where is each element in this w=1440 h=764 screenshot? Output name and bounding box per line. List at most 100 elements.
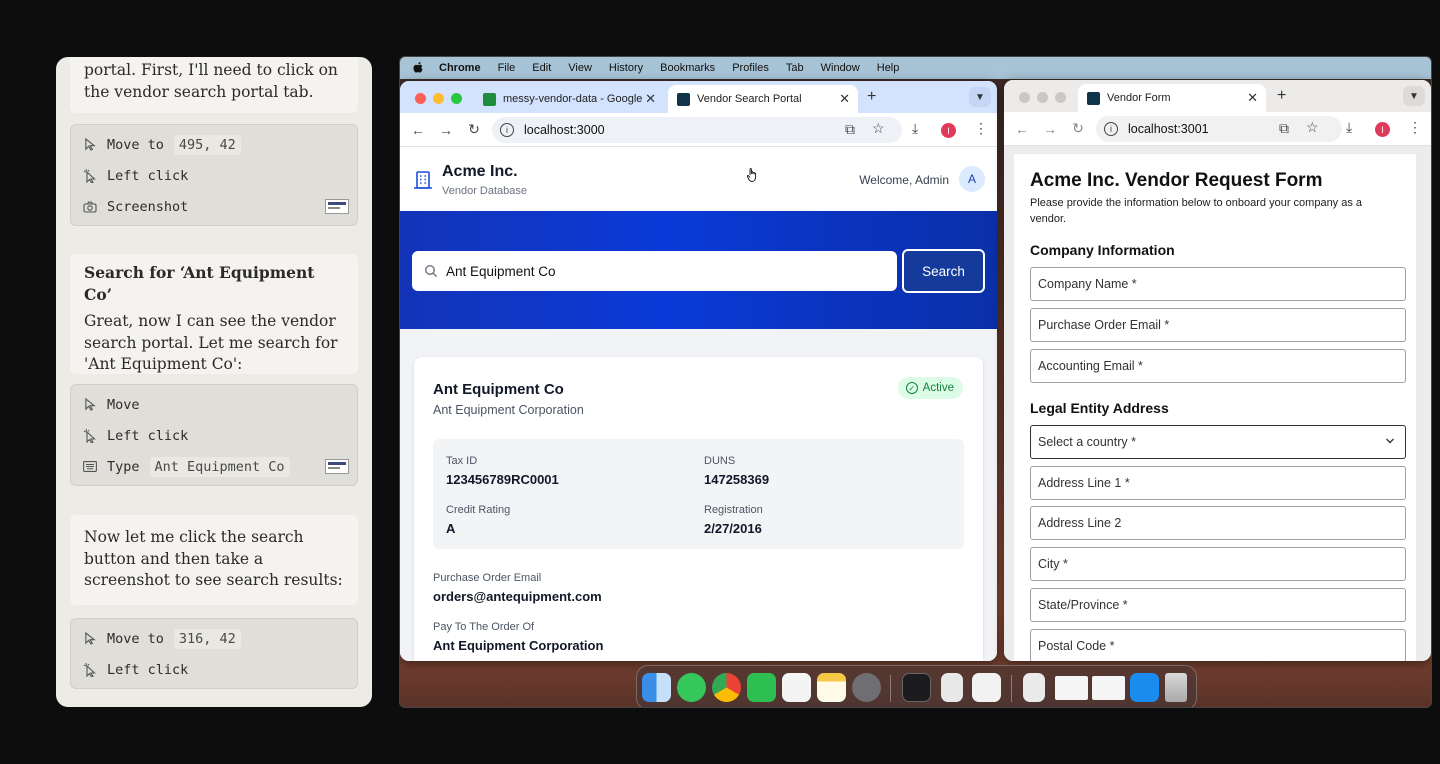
vendor-search-input[interactable]: Ant Equipment Co <box>412 251 897 291</box>
user-avatar[interactable]: A <box>959 166 985 192</box>
chrome-icon[interactable] <box>712 673 741 702</box>
close-tab-icon[interactable]: ✕ <box>645 91 656 107</box>
system-settings-icon[interactable] <box>852 673 881 702</box>
tab-vendor-form[interactable]: Vendor Form ✕ <box>1078 84 1266 112</box>
facetime-icon[interactable] <box>747 673 776 702</box>
reload-icon[interactable]: ↻ <box>1064 120 1092 137</box>
accounting-email-field[interactable]: Accounting Email * <box>1030 349 1406 383</box>
close-tab-icon[interactable]: ✕ <box>1247 90 1258 106</box>
postal-code-field[interactable]: Postal Code * <box>1030 629 1406 661</box>
url-text: localhost:3000 <box>524 122 605 137</box>
forward-icon[interactable]: → <box>1036 121 1064 137</box>
action-label: Left click <box>107 661 189 678</box>
back-icon[interactable]: ← <box>404 122 432 138</box>
address-line-1-field[interactable]: Address Line 1 * <box>1030 466 1406 500</box>
more-menu-icon[interactable]: ⋮ <box>974 120 988 137</box>
site-info-icon[interactable]: i <box>1104 121 1118 136</box>
window-thumbnail-icon[interactable] <box>1092 676 1125 700</box>
minimize-window-button[interactable] <box>1037 92 1048 103</box>
reminders-icon[interactable] <box>782 673 811 702</box>
close-window-button[interactable] <box>1019 92 1030 103</box>
profile-avatar[interactable]: I <box>941 123 956 138</box>
apple-icon[interactable] <box>411 61 425 75</box>
reload-icon[interactable]: ↻ <box>460 121 488 138</box>
tab-vendor-search-portal[interactable]: Vendor Search Portal ✕ <box>668 85 858 113</box>
registration-label: Registration <box>704 504 763 516</box>
menu-history[interactable]: History <box>609 62 643 74</box>
notes-icon[interactable] <box>817 673 846 702</box>
pay-to-value: Ant Equipment Corporation <box>433 638 604 653</box>
window-thumbnail-icon[interactable] <box>1055 676 1088 700</box>
menu-edit[interactable]: Edit <box>532 62 551 74</box>
menu-view[interactable]: View <box>568 62 592 74</box>
vendor-details-grid: Tax ID 123456789RC0001 DUNS 147258369 Cr… <box>433 439 964 549</box>
pointer-icon <box>83 632 97 646</box>
install-app-icon[interactable]: ⧉ <box>1279 120 1289 137</box>
browser-window-vendor-form: Vendor Form ✕ + ▼ ← → ↻ i localhost:3001… <box>1004 80 1431 661</box>
agent-message-2: Search for ‘Ant Equipment Co’ Great, now… <box>70 254 358 374</box>
address-bar[interactable]: i localhost:3000 <box>492 116 902 143</box>
tab-title: messy-vendor-data - Google <box>503 93 643 105</box>
zoom-window-button[interactable] <box>1055 92 1066 103</box>
menu-help[interactable]: Help <box>877 62 900 74</box>
menu-tab[interactable]: Tab <box>786 62 804 74</box>
react-icon <box>1087 91 1100 105</box>
city-field[interactable]: City * <box>1030 547 1406 581</box>
tab-strip: Vendor Form ✕ + ▼ <box>1004 80 1431 112</box>
company-name-field[interactable]: Company Name * <box>1030 267 1406 301</box>
address-line-2-field[interactable]: Address Line 2 <box>1030 506 1406 540</box>
close-window-button[interactable] <box>415 93 426 104</box>
more-menu-icon[interactable]: ⋮ <box>1408 119 1422 136</box>
zoom-window-button[interactable] <box>451 93 462 104</box>
action-arg: Ant Equipment Co <box>149 456 290 477</box>
download-icon[interactable]: ⤓ <box>1346 119 1352 136</box>
screenshot-thumbnail[interactable] <box>325 459 349 474</box>
chevron-down-icon <box>1386 438 1394 444</box>
bookmark-star-icon[interactable]: ☆ <box>1306 119 1319 136</box>
install-app-icon[interactable]: ⧉ <box>845 121 855 138</box>
status-badge: ✓ Active <box>897 377 963 399</box>
portal-company-name: Acme Inc. <box>442 163 518 180</box>
action-label: Left click <box>107 427 189 444</box>
state-province-field[interactable]: State/Province * <box>1030 588 1406 622</box>
finder-icon[interactable] <box>642 673 671 702</box>
agent-message-text: Now let me click the search button and t… <box>84 528 343 589</box>
po-email-label: Purchase Order Email <box>433 572 542 584</box>
building-icon <box>414 171 432 189</box>
profile-avatar[interactable]: I <box>1375 122 1390 137</box>
minimize-window-button[interactable] <box>433 93 444 104</box>
menu-file[interactable]: File <box>498 62 516 74</box>
action-group-3: Move to 316, 42 Left click <box>70 618 358 689</box>
search-button[interactable]: Search <box>902 249 985 293</box>
menu-bookmarks[interactable]: Bookmarks <box>660 62 715 74</box>
tab-search-chevron-icon[interactable]: ▼ <box>1403 86 1425 106</box>
download-icon[interactable]: ⤓ <box>912 120 918 137</box>
tab-title: Vendor Search Portal <box>697 93 802 105</box>
messages-icon[interactable] <box>677 673 706 702</box>
menu-window[interactable]: Window <box>821 62 860 74</box>
purchase-order-email-field[interactable]: Purchase Order Email * <box>1030 308 1406 342</box>
bookmark-star-icon[interactable]: ☆ <box>872 120 885 137</box>
tab-messy-vendor-data[interactable]: messy-vendor-data - Google ✕ <box>474 85 664 113</box>
document-icon[interactable] <box>941 673 963 702</box>
vendor-result-card[interactable]: Ant Equipment Co Ant Equipment Corporati… <box>414 357 983 661</box>
trash-icon[interactable] <box>1165 673 1187 702</box>
action-screenshot: Screenshot <box>71 191 357 222</box>
action-left-click: Left click <box>71 420 357 451</box>
textedit-icon[interactable] <box>972 673 1001 702</box>
screenshot-thumbnail[interactable] <box>325 199 349 214</box>
terminal-icon[interactable] <box>902 673 931 702</box>
new-tab-icon[interactable]: + <box>1277 87 1286 105</box>
menu-chrome[interactable]: Chrome <box>439 62 481 74</box>
tab-search-chevron-icon[interactable]: ▼ <box>969 87 991 107</box>
back-icon[interactable]: ← <box>1008 121 1036 137</box>
forward-icon[interactable]: → <box>432 122 460 138</box>
credit-rating-label: Credit Rating <box>446 504 511 516</box>
app-store-icon[interactable] <box>1130 673 1159 702</box>
country-select[interactable]: Select a country * <box>1030 425 1406 459</box>
new-tab-icon[interactable]: + <box>867 88 876 106</box>
site-info-icon[interactable]: i <box>500 122 514 137</box>
close-tab-icon[interactable]: ✕ <box>839 91 850 107</box>
menu-profiles[interactable]: Profiles <box>732 62 769 74</box>
file-icon[interactable] <box>1023 673 1045 702</box>
